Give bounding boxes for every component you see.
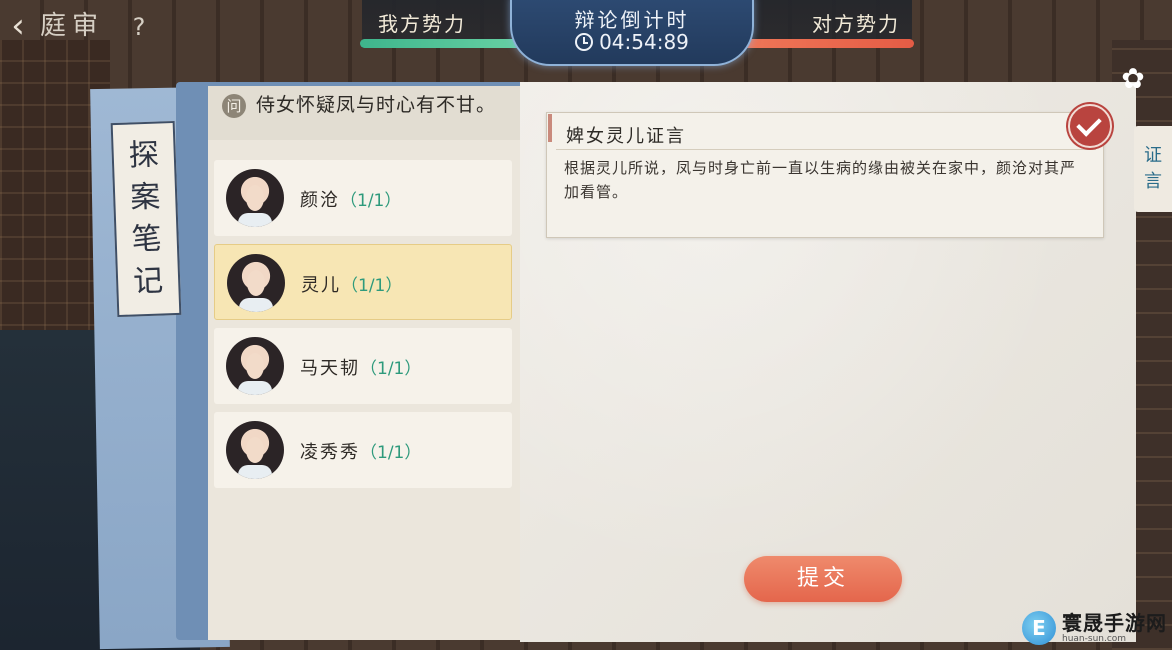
question-text: 侍女怀疑凤与时心有不甘。 xyxy=(256,94,497,116)
tab-testimony-char: 证 xyxy=(1144,145,1162,166)
watermark-logo-icon: E xyxy=(1022,611,1056,645)
witness-item-matianren[interactable]: 马天韧（1/1） xyxy=(214,328,512,404)
witness-avatar xyxy=(227,254,285,312)
help-button[interactable]: ? xyxy=(122,12,156,42)
clock-icon xyxy=(575,33,594,51)
question-badge: 问 xyxy=(222,94,246,118)
timer-value: 04:54:89 xyxy=(599,30,689,54)
witness-count: （1/1） xyxy=(340,191,402,211)
watermark-url: huan-sun.com xyxy=(1062,634,1127,644)
witness-name: 灵儿（1/1） xyxy=(301,275,403,296)
our-side-label: 我方势力 xyxy=(378,12,466,36)
witness-item-linger[interactable]: 灵儿（1/1） xyxy=(214,244,512,320)
notebook-title-tag: 探 案 笔 记 xyxy=(110,120,182,318)
witness-list: 颜沧（1/1） 灵儿（1/1） 马天韧（1/1） 凌秀秀（1/1） xyxy=(214,160,512,496)
witness-count: （1/1） xyxy=(341,276,403,296)
tab-testimony-char: 言 xyxy=(1144,171,1162,192)
witness-count: （1/1） xyxy=(360,359,422,379)
testimony-divider xyxy=(556,149,1096,150)
timer-title: 辩论倒计时 xyxy=(574,8,690,32)
notebook-title-char: 案 xyxy=(129,179,161,216)
top-bar: ‹ 庭审 ? 我方势力 对方势力 辩论倒计时 04:54:89 xyxy=(0,0,1172,66)
back-chevron-icon[interactable]: ‹ xyxy=(0,6,36,46)
tab-testimony[interactable]: 证 言 xyxy=(1134,126,1172,212)
selected-check-icon[interactable] xyxy=(1068,104,1112,148)
timer-display: 04:54:89 xyxy=(510,30,754,54)
witness-name: 凌秀秀（1/1） xyxy=(300,442,422,463)
witness-item-yancang[interactable]: 颜沧（1/1） xyxy=(214,160,512,236)
witness-avatar xyxy=(226,337,284,395)
close-flower-icon[interactable]: ✿ xyxy=(1118,64,1148,94)
their-side-label: 对方势力 xyxy=(812,12,900,36)
witness-name: 马天韧（1/1） xyxy=(300,358,422,379)
witness-avatar xyxy=(226,169,284,227)
witness-count: （1/1） xyxy=(360,443,422,463)
watermark-name: 寰晟手游网 xyxy=(1062,611,1167,635)
notebook-title-char: 探 xyxy=(128,137,160,174)
page-title: 庭审 xyxy=(40,11,105,41)
testimony-body: 根据灵儿所说，凤与时身亡前一直以生病的缘由被关在家中，颜沧对其严加看管。 xyxy=(564,159,1077,201)
testimony-title: 婢女灵儿证言 xyxy=(566,126,686,147)
witness-item-lingxiuxiu[interactable]: 凌秀秀（1/1） xyxy=(214,412,512,488)
watermark: E 寰晟手游网 huan-sun.com xyxy=(1022,606,1172,650)
notebook-title-char: 笔 xyxy=(131,221,163,258)
witness-name: 颜沧（1/1） xyxy=(300,190,402,211)
notebook-title-char: 记 xyxy=(132,263,164,300)
testimony-card-accent xyxy=(548,114,552,142)
submit-button[interactable]: 提交 xyxy=(744,556,902,602)
witness-avatar xyxy=(226,421,284,479)
